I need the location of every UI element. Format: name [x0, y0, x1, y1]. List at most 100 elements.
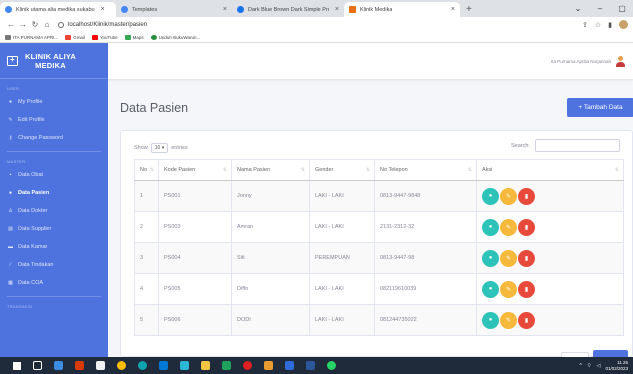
- topbar: Ita Purnama Aprilia Nurjannah: [108, 43, 633, 79]
- star-icon[interactable]: ☆: [595, 21, 601, 29]
- mail-icon[interactable]: [155, 357, 172, 374]
- back-icon[interactable]: ←: [5, 20, 17, 29]
- column-header-kode-pasien[interactable]: Kode Pasien ⇅: [158, 159, 232, 181]
- app-icon[interactable]: [281, 357, 298, 374]
- tab-label: Klinik utama alia medika sukabu: [16, 6, 95, 13]
- delete-button[interactable]: ▮: [518, 249, 535, 267]
- delete-button[interactable]: ▮: [518, 311, 535, 329]
- sidebar-item-my-profile[interactable]: ● My Profile: [0, 93, 108, 111]
- trash-icon: ▮: [524, 224, 529, 231]
- cell-gender: PEREMPUAN: [309, 242, 375, 274]
- column-header-no-telepon[interactable]: No Telepon ⇅: [374, 159, 477, 181]
- sidebar-brand[interactable]: KLINIK ALIYA MEDIKA: [0, 43, 108, 79]
- windows-start-icon[interactable]: [8, 357, 25, 374]
- browser-tab-4[interactable]: Klinik Medika ×: [344, 2, 460, 17]
- cell-telepon: 0813-9447-98: [374, 242, 477, 274]
- new-tab-button[interactable]: +: [460, 2, 478, 17]
- browser-tab-3[interactable]: Dark Blue Brown Dark Simple Pro ×: [232, 2, 344, 17]
- bookmark-bukuwarung[interactable]: Unduh BukuWarun...: [150, 34, 200, 40]
- edit-button[interactable]: ✎: [500, 249, 517, 267]
- reload-icon[interactable]: ↻: [29, 20, 41, 29]
- sidebar-item-data-obat[interactable]: ▪ Data Obat: [0, 166, 108, 184]
- user-name[interactable]: Ita Purnama Aprilia Nurjannah: [551, 59, 611, 64]
- sort-icon: ⇅: [614, 167, 619, 173]
- close-icon[interactable]: ×: [451, 6, 455, 13]
- home-icon[interactable]: ⌂: [41, 20, 53, 29]
- bookmark-ita[interactable]: ITA PURNAMA APRI...: [5, 34, 58, 40]
- task-view-icon[interactable]: [29, 357, 46, 374]
- info-icon: ●: [488, 317, 493, 323]
- office-app-icon[interactable]: [71, 357, 88, 374]
- widgets-icon[interactable]: [50, 357, 67, 374]
- edit-button[interactable]: ✎: [500, 218, 517, 236]
- syringe-icon: ⁄: [10, 262, 11, 268]
- close-icon[interactable]: ×: [335, 6, 339, 13]
- edit-button[interactable]: ✎: [500, 187, 517, 205]
- edit-button[interactable]: ✎: [500, 311, 517, 329]
- sidebar-item-data-tindakan[interactable]: ⁄ Data Tindakan: [0, 256, 108, 274]
- wifi-icon[interactable]: ⌔: [587, 363, 592, 369]
- url-field[interactable]: localhost/Klinik/master/pasien: [58, 21, 147, 28]
- word-icon[interactable]: [302, 357, 319, 374]
- browser-tab-2[interactable]: Templates ×: [116, 2, 232, 17]
- sidepanel-icon[interactable]: ▮: [608, 21, 612, 29]
- edit-button[interactable]: ✎: [500, 280, 517, 298]
- column-header-nama-pasien[interactable]: Nama Pasien ⇅: [231, 159, 310, 181]
- edge-icon[interactable]: [134, 357, 151, 374]
- detail-button[interactable]: ●: [482, 311, 499, 329]
- show-label: Show: [134, 145, 148, 151]
- close-icon[interactable]: ×: [223, 6, 227, 13]
- bookmark-gmail[interactable]: Gmail: [65, 34, 85, 40]
- sidebar-item-data-kamar[interactable]: ▬ Data Kamar: [0, 238, 108, 256]
- browser-tab-1[interactable]: Klinik utama alia medika sukabu ×: [0, 2, 116, 17]
- delete-button[interactable]: ▮: [518, 280, 535, 298]
- user-avatar-icon[interactable]: [616, 55, 625, 67]
- sidebar-item-data-supplier[interactable]: ▤ Data Supplier: [0, 220, 108, 238]
- sidebar-item-change-password[interactable]: ⚷ Change Password: [0, 129, 108, 147]
- search-control: Search:: [511, 139, 620, 152]
- column-header-no[interactable]: No ⇅: [134, 159, 159, 181]
- bookmark-maps[interactable]: Maps: [124, 34, 144, 40]
- maximize-icon[interactable]: ▢: [611, 4, 633, 13]
- trash-icon: ▮: [524, 193, 529, 200]
- column-header-gender[interactable]: Gender ⇅: [309, 159, 375, 181]
- chrome-icon[interactable]: [113, 357, 130, 374]
- column-header-aksi[interactable]: Aksi ⇅: [476, 159, 624, 181]
- app-icon[interactable]: [260, 357, 277, 374]
- profile-avatar[interactable]: [619, 20, 628, 29]
- sidebar-item-data-dokter[interactable]: ♙ Data Dokter: [0, 202, 108, 220]
- chevron-down-icon[interactable]: ⌄: [567, 4, 589, 13]
- explorer-icon[interactable]: [197, 357, 214, 374]
- info-icon: ●: [488, 286, 493, 292]
- trash-icon: ▮: [524, 286, 529, 293]
- entries-select[interactable]: 10 ▾: [150, 143, 169, 153]
- volume-icon[interactable]: ◁: [597, 363, 601, 369]
- detail-button[interactable]: ●: [482, 280, 499, 298]
- delete-button[interactable]: ▮: [518, 218, 535, 236]
- edit-icon: ✎: [505, 255, 512, 262]
- bookmark-youtube[interactable]: YouTube: [91, 34, 118, 40]
- detail-button[interactable]: ●: [482, 187, 499, 205]
- detail-button[interactable]: ●: [482, 218, 499, 236]
- store-icon[interactable]: [92, 357, 109, 374]
- search-input[interactable]: [534, 139, 620, 152]
- detail-button[interactable]: ●: [482, 249, 499, 267]
- minimize-icon[interactable]: –: [589, 4, 611, 13]
- sidebar-item-edit-profile[interactable]: ✎ Edit Profile: [0, 111, 108, 129]
- app-icon[interactable]: [218, 357, 235, 374]
- add-data-button[interactable]: + Tambah Data: [567, 98, 633, 117]
- close-icon[interactable]: ×: [101, 6, 105, 13]
- cell-gender: LAKI - LAKI: [309, 180, 375, 212]
- clock[interactable]: 11.25 01/02/2023: [605, 360, 628, 372]
- share-icon[interactable]: ⇪: [582, 21, 588, 29]
- sidebar-item-data-pasien[interactable]: ● Data Pasien: [0, 184, 108, 202]
- info-icon[interactable]: [58, 21, 64, 28]
- chevron-up-icon[interactable]: ^: [580, 363, 582, 369]
- address-bar: ← → ↻ ⌂ localhost/Klinik/master/pasien ⇪…: [0, 17, 633, 32]
- photos-icon[interactable]: [176, 357, 193, 374]
- whatsapp-icon[interactable]: [323, 357, 340, 374]
- delete-button[interactable]: ▮: [518, 187, 535, 205]
- opera-icon[interactable]: [239, 357, 256, 374]
- sidebar-item-data-coa[interactable]: ▦ Data COA: [0, 274, 108, 292]
- forward-icon[interactable]: →: [17, 20, 29, 29]
